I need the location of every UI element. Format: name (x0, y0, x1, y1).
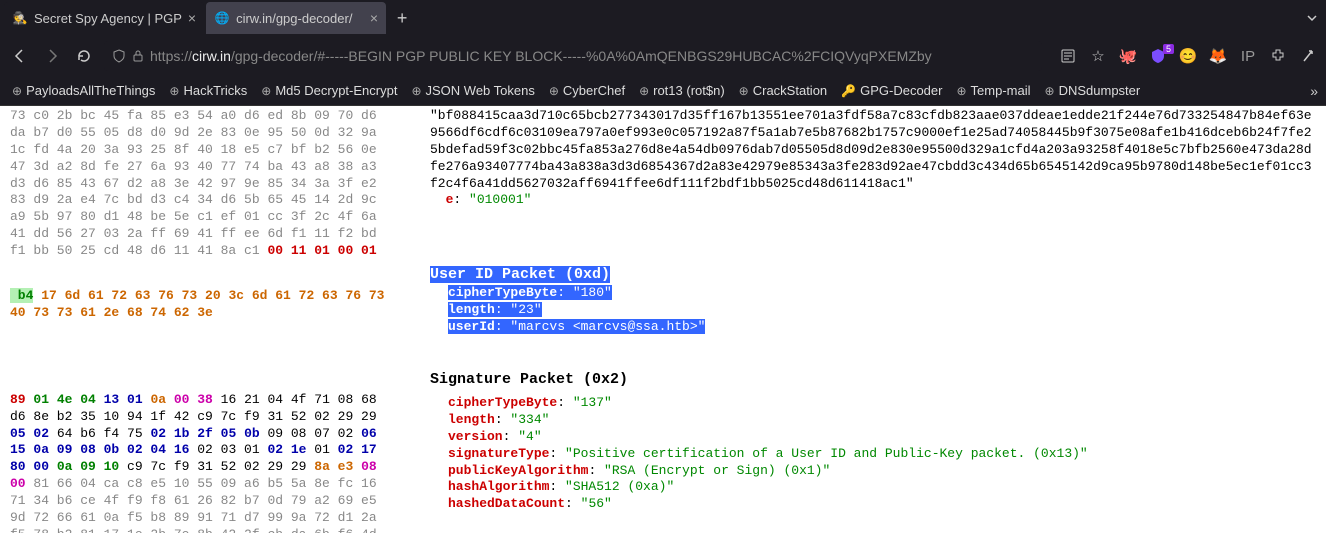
bookmarks-overflow-button[interactable]: » (1310, 83, 1318, 99)
extension-icon-5[interactable]: IP (1238, 48, 1258, 65)
globe-icon: ⊕ (411, 84, 421, 98)
bookmark-item[interactable]: 🔑GPG-Decoder (837, 83, 946, 98)
spy-icon: 🕵️ (12, 10, 28, 26)
parsed-column: "bf088415caa3d710c65bcb277343017d35ff167… (420, 106, 1326, 533)
list-tabs-button[interactable] (1306, 12, 1318, 24)
modulus-value: "bf088415caa3d710c65bcb277343017d35ff167… (430, 108, 1316, 192)
tab-label: Secret Spy Agency | PGP (34, 11, 182, 26)
lock-icon (132, 50, 144, 62)
menu-icon[interactable] (1298, 49, 1318, 63)
key-icon: 🔑 (841, 84, 856, 98)
bookmark-item[interactable]: ⊕CyberChef (545, 83, 629, 98)
address-bar[interactable]: https://cirw.in/gpg-decoder/#-----BEGIN … (104, 41, 1042, 71)
globe-icon: ⊕ (12, 84, 22, 98)
back-button[interactable] (8, 48, 32, 64)
nav-bar: https://cirw.in/gpg-decoder/#-----BEGIN … (0, 36, 1326, 76)
globe-icon: ⊕ (1045, 84, 1055, 98)
bookmark-item[interactable]: ⊕Temp-mail (952, 83, 1034, 98)
packet-header: User ID Packet (0xd) (430, 266, 610, 283)
bookmark-item[interactable]: ⊕JSON Web Tokens (407, 83, 538, 98)
globe-icon: ⊕ (549, 84, 559, 98)
tab-gpg-decoder[interactable]: 🌐 cirw.in/gpg-decoder/ × (206, 2, 386, 34)
extensions-icon[interactable] (1268, 48, 1288, 64)
tab-secret-spy[interactable]: 🕵️ Secret Spy Agency | PGP × (4, 2, 204, 34)
extension-icon-4[interactable]: 🦊 (1208, 47, 1228, 65)
globe-icon: ⊕ (739, 84, 749, 98)
globe-icon: ⊕ (261, 84, 271, 98)
tab-bar: 🕵️ Secret Spy Agency | PGP × 🌐 cirw.in/g… (0, 0, 1326, 36)
badge: 5 (1163, 44, 1174, 54)
bookmark-item[interactable]: ⊕HackTricks (165, 83, 251, 98)
bookmark-item[interactable]: ⊕rot13 (rot$n) (635, 83, 729, 98)
extension-icon-3[interactable]: 😊 (1178, 47, 1198, 65)
globe-icon: ⊕ (956, 84, 966, 98)
hex-column: 73 c0 2b bc 45 fa 85 e3 54 a0 d6 ed 8b 0… (0, 106, 420, 533)
page-content: 73 c0 2b bc 45 fa 85 e3 54 a0 d6 ed 8b 0… (0, 106, 1326, 533)
forward-button[interactable] (40, 48, 64, 64)
extension-icon-1[interactable]: 🐙 (1118, 47, 1138, 65)
shield-icon (112, 49, 126, 63)
bookmark-item[interactable]: ⊕PayloadsAllTheThings (8, 83, 159, 98)
tab-label: cirw.in/gpg-decoder/ (236, 11, 364, 26)
url-text: https://cirw.in/gpg-decoder/#-----BEGIN … (150, 48, 932, 64)
bookmark-item[interactable]: ⊕Md5 Decrypt-Encrypt (257, 83, 401, 98)
close-icon[interactable]: × (370, 10, 378, 26)
toolbar-icons: ☆ 🐙 5 😊 🦊 IP (1058, 47, 1318, 65)
bookmark-item[interactable]: ⊕CrackStation (735, 83, 831, 98)
userid-packet: User ID Packet (0xd) cipherTypeByte: "18… (430, 265, 1316, 335)
globe-icon: ⊕ (169, 84, 179, 98)
globe-icon: ⊕ (639, 84, 649, 98)
packet-header: Signature Packet (0x2) (430, 370, 1316, 390)
bookmark-star-icon[interactable]: ☆ (1088, 47, 1108, 65)
reader-icon[interactable] (1058, 48, 1078, 64)
globe-icon: 🌐 (214, 10, 230, 26)
bookmark-item[interactable]: ⊕DNSdumpster (1041, 83, 1145, 98)
signature-packet: Signature Packet (0x2) cipherTypeByte: "… (430, 370, 1316, 514)
new-tab-button[interactable]: + (388, 8, 416, 29)
bookmarks-bar: ⊕PayloadsAllTheThings ⊕HackTricks ⊕Md5 D… (0, 76, 1326, 106)
e-field: e: "010001" (430, 192, 1316, 209)
close-icon[interactable]: × (188, 10, 196, 26)
reload-button[interactable] (72, 48, 96, 64)
extension-icon-2[interactable]: 5 (1148, 48, 1168, 64)
